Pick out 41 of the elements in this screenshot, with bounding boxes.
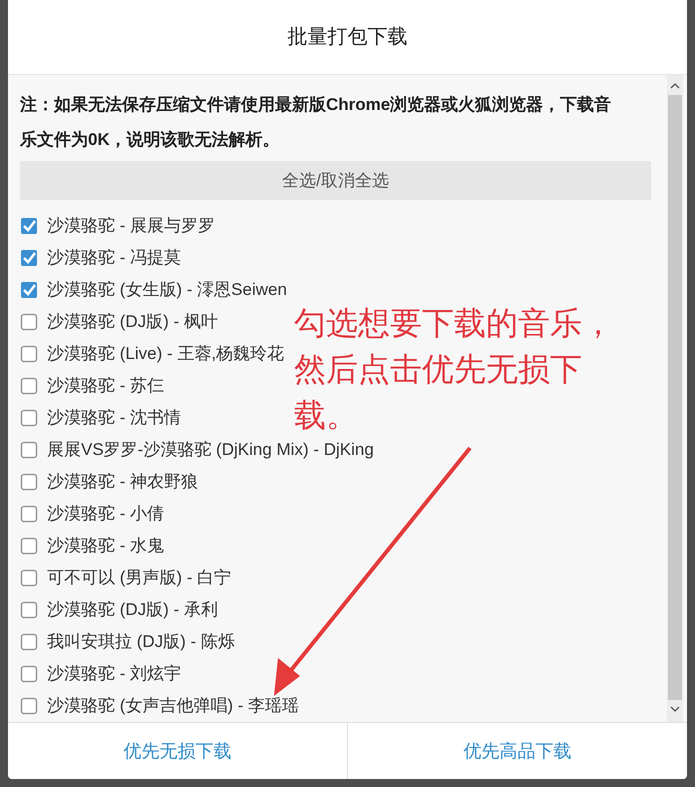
song-label: 沙漠骆驼 (DJ版) - 枫叶 — [47, 311, 218, 334]
song-label: 沙漠骆驼 - 小倩 — [47, 503, 164, 526]
checkbox[interactable] — [20, 377, 38, 395]
scroll-up-icon[interactable] — [670, 83, 680, 89]
song-label: 可不可以 (男声版) - 白宁 — [47, 567, 232, 590]
song-label: 沙漠骆驼 - 冯提莫 — [47, 247, 182, 270]
song-label: 沙漠骆驼 (Live) - 王蓉,杨魏玲花 — [47, 343, 284, 366]
lossless-download-button[interactable]: 优先无损下载 — [8, 723, 348, 779]
checkbox[interactable] — [20, 313, 38, 331]
song-label: 我叫安琪拉 (DJ版) - 陈烁 — [47, 631, 235, 654]
song-label: 沙漠骆驼 (女声吉他弹唱) - 李瑶瑶 — [47, 695, 300, 718]
song-label: 沙漠骆驼 - 刘炫宇 — [47, 663, 182, 686]
song-label: 沙漠骆驼 - 沈书情 — [47, 407, 182, 430]
checkbox[interactable] — [20, 441, 38, 459]
checkbox[interactable] — [20, 217, 38, 235]
notice-text: 注：如果无法保存压缩文件请使用最新版Chrome浏览器或火狐浏览器，下载音乐文件为0K，说明该歌无法解析。 — [20, 94, 612, 151]
scroll-down-icon[interactable] — [670, 706, 680, 712]
song-label: 沙漠骆驼 - 苏仨 — [47, 375, 164, 398]
song-label: 沙漠骆驼 (女生版) - 澪恩Seiwen — [47, 279, 287, 302]
select-all-button[interactable]: 全选/取消全选 — [20, 161, 651, 200]
checkbox[interactable] — [20, 601, 38, 619]
scrollbar[interactable] — [667, 75, 683, 722]
song-label: 沙漠骆驼 - 展展与罗罗 — [47, 215, 216, 238]
checkbox[interactable] — [20, 409, 38, 427]
song-label: 沙漠骆驼 (DJ版) - 承利 — [47, 599, 218, 622]
checkbox[interactable] — [20, 249, 38, 267]
checkbox[interactable] — [20, 345, 38, 363]
song-label: 沙漠骆驼 - 神农野狼 — [47, 471, 198, 494]
checkbox[interactable] — [20, 665, 38, 683]
checkbox[interactable] — [20, 281, 38, 299]
high-quality-download-button[interactable]: 优先高品下载 — [348, 723, 687, 779]
song-label: 沙漠骆驼 - 水鬼 — [47, 535, 164, 558]
checkbox[interactable] — [20, 537, 38, 555]
annotation-text: 勾选想要下载的音乐，然后点击优先无损下载。 — [294, 304, 615, 435]
dialog-title: 批量打包下载 — [288, 25, 408, 50]
checkbox[interactable] — [20, 473, 38, 491]
checkbox[interactable] — [20, 633, 38, 651]
checkbox[interactable] — [20, 505, 38, 523]
checkbox[interactable] — [20, 697, 38, 715]
checkbox[interactable] — [20, 569, 38, 587]
song-label: 展展VS罗罗-沙漠骆驼 (DjKing Mix) - DjKing — [47, 439, 374, 462]
